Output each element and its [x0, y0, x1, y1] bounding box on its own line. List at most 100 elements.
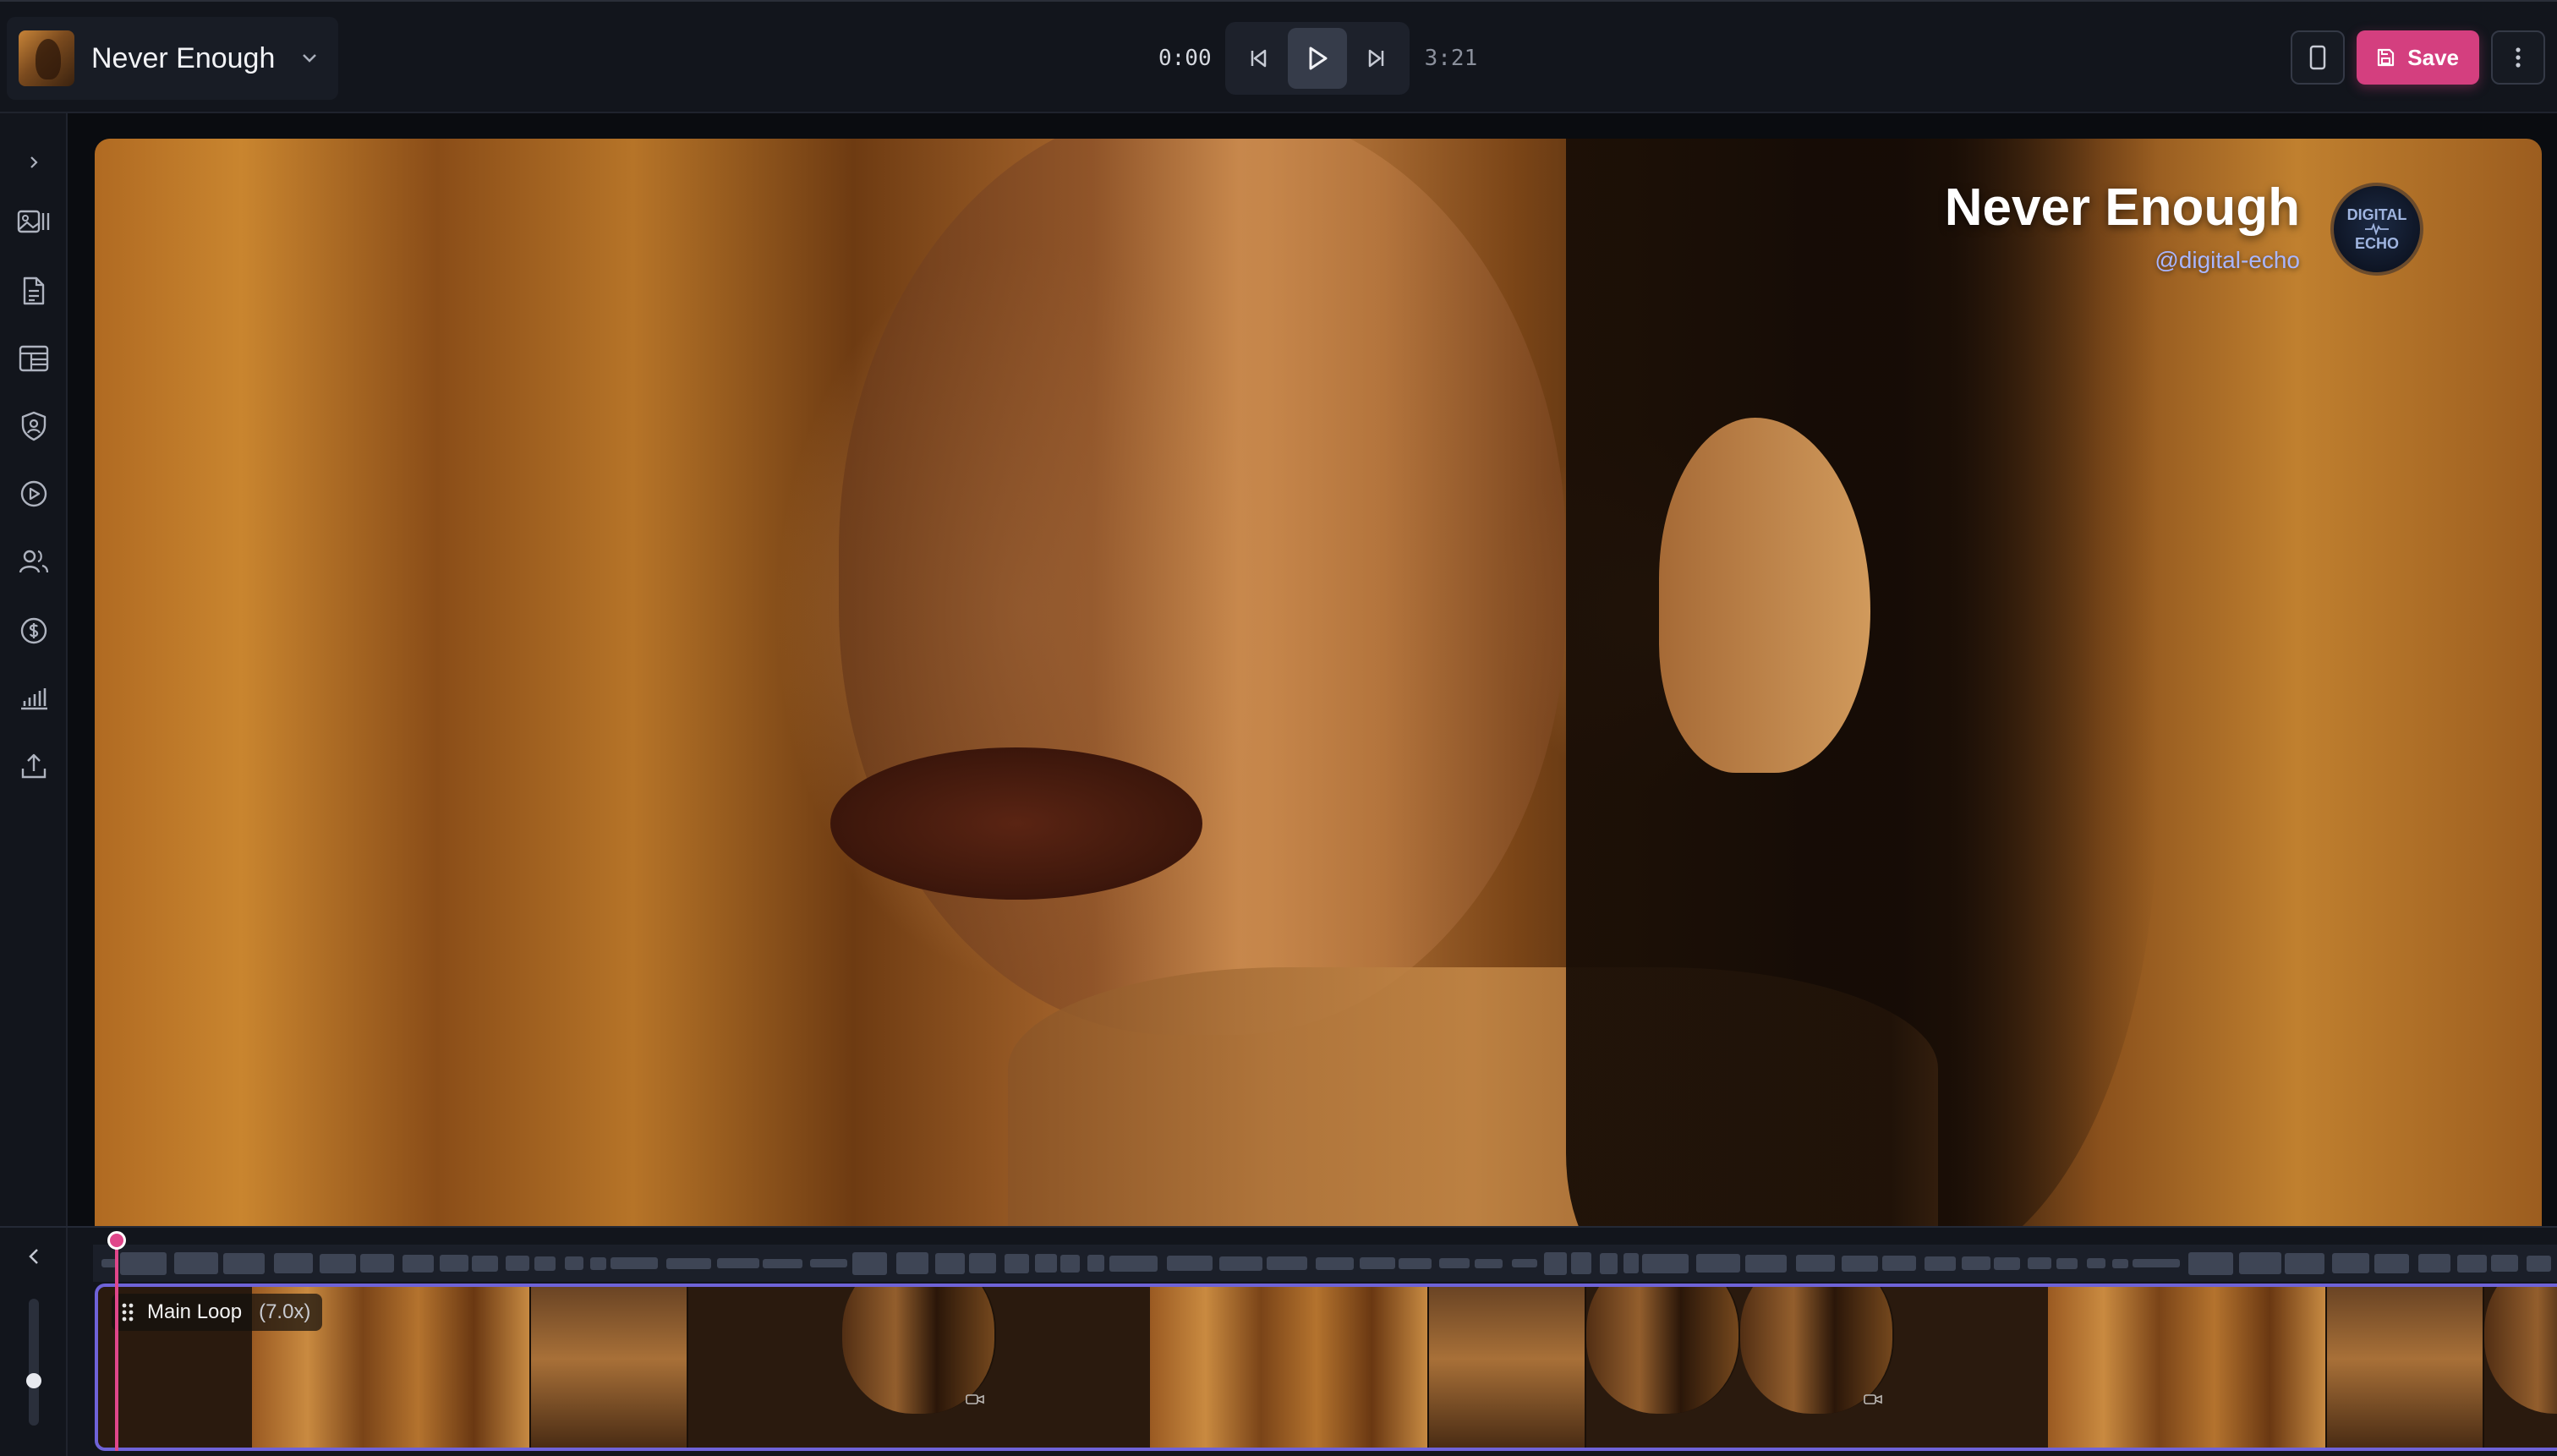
waveform-segment — [969, 1253, 996, 1273]
sidebar-item-lyrics[interactable] — [14, 271, 54, 311]
waveform-segment — [896, 1252, 928, 1274]
waveform-segment — [2285, 1252, 2324, 1274]
upload-icon — [21, 753, 47, 779]
waveform-segment — [274, 1253, 313, 1273]
chevron-left-icon — [29, 1249, 38, 1264]
sidebar-item-rights[interactable] — [14, 406, 54, 446]
waveform-segment — [1087, 1255, 1104, 1272]
save-label: Save — [2407, 44, 2459, 70]
waveform-segment — [935, 1252, 965, 1274]
playhead[interactable] — [115, 1240, 118, 1451]
clip-frame-face — [842, 1287, 996, 1414]
waveform-segment — [852, 1251, 887, 1275]
clip-label[interactable]: Main Loop (7.0x) — [112, 1294, 323, 1331]
clip-frame-room — [1429, 1287, 1586, 1448]
table-icon — [19, 345, 49, 372]
clip-frame-curtain — [1150, 1287, 1429, 1448]
waveform-segment — [1642, 1253, 1689, 1273]
waveform-segment — [1962, 1256, 1990, 1270]
top-bar: Never Enough 0:00 3:21 Save — [0, 0, 2557, 113]
clip-track[interactable] — [95, 1284, 2557, 1451]
sidebar-item-playback[interactable] — [14, 473, 54, 514]
clip-frame-room — [2327, 1287, 2484, 1448]
zoom-slider-handle[interactable] — [26, 1373, 41, 1388]
logo-text-bottom: ECHO — [2354, 235, 2399, 252]
waveform-icon — [2365, 223, 2389, 235]
sidebar-item-monetization[interactable] — [14, 610, 54, 651]
waveform-segment — [506, 1256, 529, 1271]
video-camera-icon — [1864, 1394, 1882, 1404]
waveform-segment — [2028, 1257, 2051, 1269]
skip-back-icon — [1251, 49, 1266, 68]
waveform-segment — [611, 1257, 658, 1269]
sidebar-item-export[interactable] — [14, 746, 54, 786]
waveform-segment — [534, 1256, 556, 1271]
play-button[interactable] — [1287, 28, 1347, 89]
waveform-segment — [1994, 1256, 2020, 1270]
skip-back-button[interactable] — [1229, 28, 1288, 89]
sidebar-item-collaborators[interactable] — [14, 541, 54, 582]
waveform-segment — [666, 1257, 711, 1269]
waveform-segment — [1512, 1259, 1537, 1267]
overlay-song-title[interactable]: Never Enough — [1945, 178, 2300, 238]
expand-sidebar-button[interactable] — [14, 142, 54, 183]
document-icon — [23, 276, 45, 305]
waveform-segment — [1005, 1253, 1029, 1273]
clip-frame-curtain — [2048, 1287, 2327, 1448]
more-options-button[interactable] — [2491, 30, 2545, 85]
waveform-segment — [1600, 1252, 1618, 1274]
clip-frame-face — [1740, 1287, 1894, 1414]
transport-buttons — [1224, 22, 1410, 95]
project-selector[interactable]: Never Enough — [7, 17, 338, 100]
waveform-segment — [174, 1252, 218, 1274]
clip-speed: (7.0x) — [259, 1300, 311, 1323]
chevron-down-icon — [300, 49, 319, 68]
video-camera-icon — [966, 1394, 984, 1404]
skip-forward-icon — [1368, 49, 1383, 68]
waveform-segment — [1696, 1254, 1740, 1273]
current-time: 0:00 — [1158, 46, 1212, 71]
zoom-slider[interactable] — [29, 1299, 39, 1426]
transport-controls: 0:00 3:21 — [1158, 22, 1477, 95]
audio-waveform[interactable] — [93, 1245, 2557, 1282]
overlay-artist-handle[interactable]: @digital-echo — [2155, 247, 2300, 274]
shield-user-icon — [21, 411, 47, 441]
device-preview-button[interactable] — [2291, 30, 2346, 85]
waveform-segment — [1475, 1258, 1503, 1268]
clip-name: Main Loop — [147, 1300, 243, 1323]
preview-image-face — [839, 139, 1566, 1035]
waveform-segment — [1796, 1255, 1835, 1272]
waveform-segment — [1745, 1254, 1787, 1273]
waveform-segment — [1544, 1251, 1567, 1275]
video-preview[interactable]: Never Enough @digital-echo DIGITAL ECHO — [95, 139, 2542, 1226]
waveform-segment — [1439, 1258, 1470, 1268]
image-gallery-icon — [17, 210, 50, 233]
drag-handle-icon — [122, 1303, 134, 1322]
waveform-segment — [717, 1258, 759, 1268]
waveform-segment — [1109, 1255, 1158, 1272]
skip-forward-button[interactable] — [1347, 28, 1406, 89]
play-circle-icon — [20, 480, 47, 507]
timeline-panel: Main Loop (7.0x) — [0, 1226, 2557, 1456]
save-button[interactable]: Save — [2357, 30, 2479, 85]
artist-logo[interactable]: DIGITAL ECHO — [2330, 183, 2423, 276]
waveform-segment — [810, 1259, 847, 1267]
total-time: 3:21 — [1424, 46, 1478, 71]
save-icon — [2378, 48, 2395, 67]
sidebar-item-layout[interactable] — [14, 338, 54, 379]
sidebar-item-analytics[interactable] — [14, 678, 54, 719]
playhead-handle[interactable] — [107, 1231, 126, 1250]
dollar-circle-icon — [20, 617, 47, 644]
waveform-segment — [1219, 1256, 1262, 1271]
waveform-segment — [2491, 1255, 2518, 1272]
collapse-timeline-button[interactable] — [14, 1236, 54, 1277]
waveform-segment — [1035, 1254, 1057, 1273]
project-title: Never Enough — [91, 41, 276, 74]
clip-frame-face — [1586, 1287, 1740, 1414]
waveform-segment — [2188, 1251, 2233, 1275]
timeline-controls — [0, 1228, 68, 1456]
waveform-segment — [1060, 1254, 1080, 1273]
sidebar-item-media[interactable] — [14, 201, 54, 242]
waveform-segment — [1925, 1256, 1956, 1271]
chevron-right-icon — [30, 156, 38, 168]
